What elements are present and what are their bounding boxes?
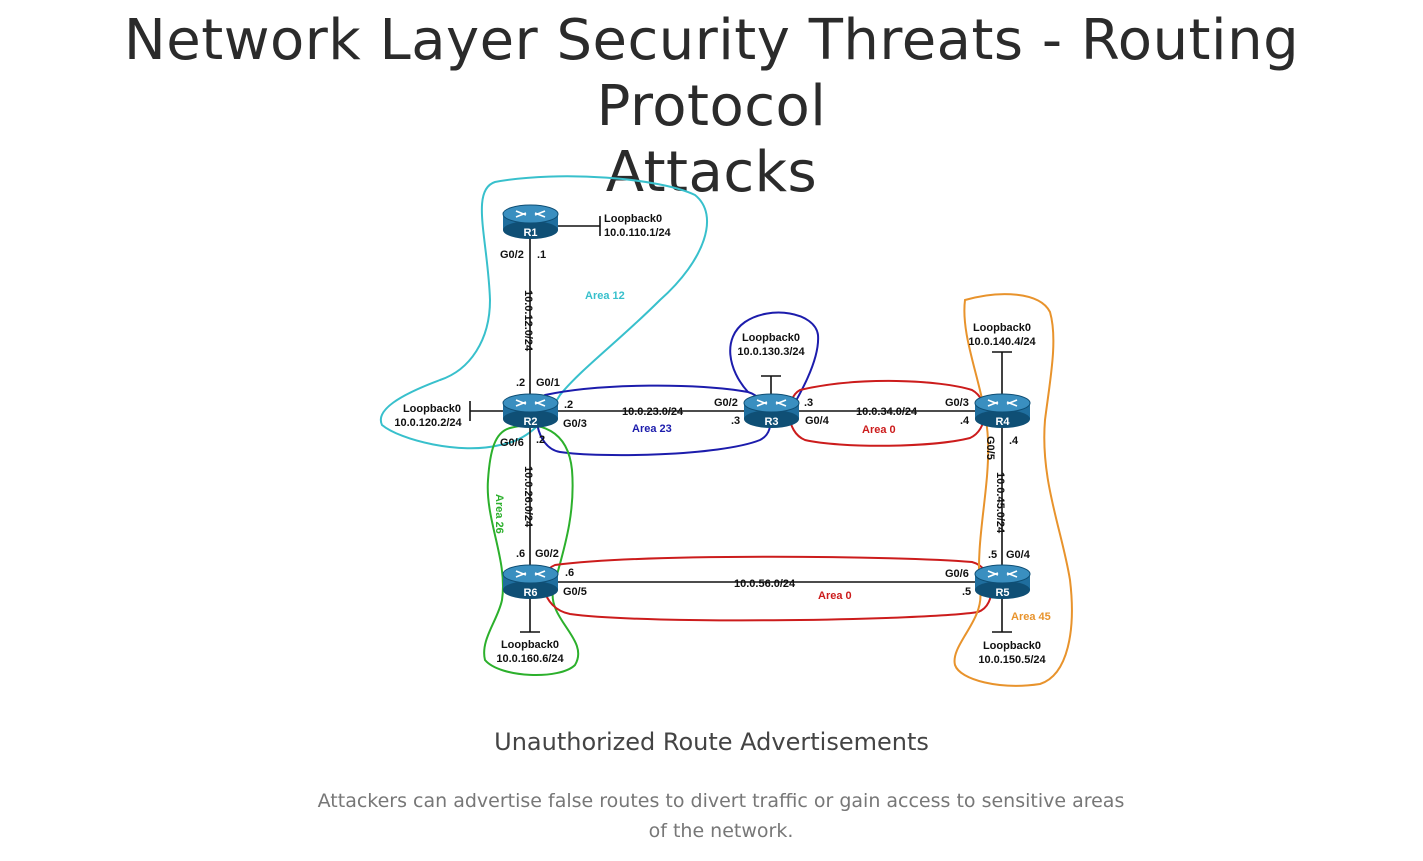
loopback-name-r6: Loopback0 [501, 639, 559, 651]
iface-r2-ip-right: .2 [564, 399, 573, 411]
iface-r5-g06: G0/6 [945, 568, 969, 580]
router-label-r6: R6 [523, 587, 537, 599]
area-45-label: Area 45 [1011, 611, 1051, 623]
iface-r3-g02: G0/2 [714, 397, 738, 409]
iface-r6-ip-top: .6 [516, 548, 525, 560]
area-0-top-label: Area 0 [862, 424, 896, 436]
iface-r6-g02: G0/2 [535, 548, 559, 560]
area-0-bottom-label: Area 0 [818, 590, 852, 602]
iface-r1-g02: G0/2 [500, 249, 524, 261]
subnet-r4-r5: 10.0.45.0/24 [994, 472, 1006, 534]
subnet-r3-r4: 10.0.34.0/24 [856, 406, 918, 418]
router-label-r1: R1 [523, 227, 537, 239]
router-r1: R1 [502, 204, 559, 239]
area-26-label: Area 26 [493, 494, 505, 534]
iface-r5-ip-top: .5 [988, 549, 997, 561]
area-45-outline [953, 293, 1073, 687]
iface-r2-g06: G0/6 [500, 437, 524, 449]
iface-r4-g03: G0/3 [945, 397, 969, 409]
iface-r3-ip-right: .3 [804, 397, 813, 409]
router-r6: R6 [502, 564, 559, 599]
iface-r6-g05: G0/5 [563, 586, 587, 598]
loopback-net-r1: 10.0.110.1/24 [604, 227, 672, 239]
iface-r3-ip-left: .3 [731, 415, 740, 427]
iface-r2-ip-top: .2 [516, 377, 525, 389]
loopback-net-r5: 10.0.150.5/24 [978, 654, 1046, 666]
loopback-name-r4: Loopback0 [973, 322, 1031, 334]
iface-r6-ip-right: .6 [565, 567, 574, 579]
loopback-net-r2: 10.0.120.2/24 [394, 417, 462, 429]
loopback-net-r3: 10.0.130.3/24 [737, 346, 805, 358]
iface-r5-g04: G0/4 [1006, 549, 1031, 561]
iface-r4-g05: G0/5 [984, 436, 996, 460]
subnet-r2-r3: 10.0.23.0/24 [622, 406, 684, 418]
router-label-r4: R4 [995, 416, 1010, 428]
area-12-label: Area 12 [585, 290, 625, 302]
iface-r2-g01: G0/1 [536, 377, 560, 389]
diagram-caption: Unauthorized Route Advertisements [494, 728, 929, 756]
diagram-description: Attackers can advertise false routes to … [317, 790, 1125, 842]
subnet-r6-r5: 10.0.56.0/24 [734, 578, 796, 590]
iface-r5-ip-left: .5 [962, 586, 971, 598]
router-label-r2: R2 [523, 416, 537, 428]
router-r2: R2 [502, 393, 559, 428]
loopback-net-r4: 10.0.140.4/24 [968, 336, 1036, 348]
area-23-label: Area 23 [632, 423, 672, 435]
iface-r4-ip-bottom: .4 [1009, 435, 1019, 447]
router-r4: R4 [974, 393, 1031, 428]
iface-r2-g03: G0/3 [563, 418, 587, 430]
subnet-r1-r2: 10.0.12.0/24 [522, 290, 534, 352]
loopback-name-r5: Loopback0 [983, 640, 1041, 652]
loopback-net-r6: 10.0.160.6/24 [496, 653, 564, 665]
router-r5: R5 [974, 564, 1031, 599]
router-label-r3: R3 [764, 416, 778, 428]
router-label-r5: R5 [995, 587, 1009, 599]
loopback-name-r1: Loopback0 [604, 213, 662, 225]
subnet-r2-r6: 10.0.26.0/24 [522, 466, 534, 528]
iface-r1-ip: .1 [537, 249, 546, 261]
router-r3: R3 [743, 393, 800, 428]
iface-r2-ip-bottom: .2 [536, 434, 545, 446]
loopback-name-r2: Loopback0 [403, 403, 461, 415]
iface-r3-g04: G0/4 [805, 415, 830, 427]
iface-r4-ip-left: .4 [960, 415, 970, 427]
area-26-outline [483, 424, 580, 677]
loopback-name-r3: Loopback0 [742, 332, 800, 344]
